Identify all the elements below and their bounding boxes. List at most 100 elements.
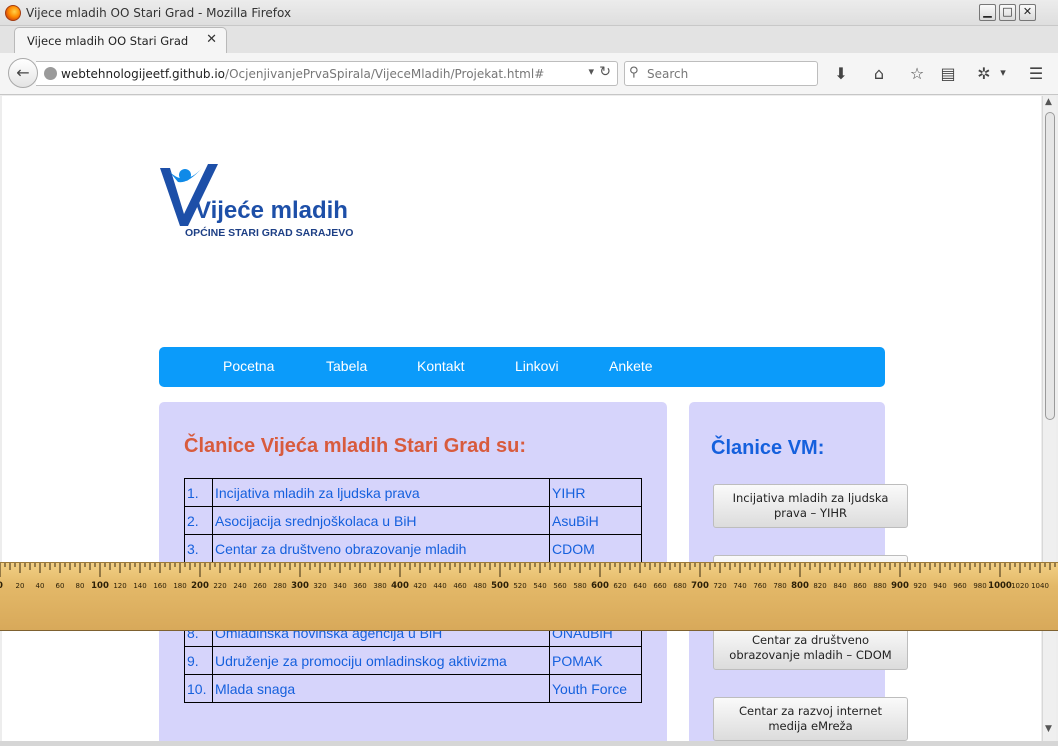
- search-box[interactable]: ⚲: [624, 61, 818, 86]
- url-path: /OcjenjivanjePrvaSpirala/VijeceMladih/Pr…: [225, 67, 545, 81]
- table-row: 10. Mlada snaga Youth Force: [184, 674, 642, 703]
- org-abbr-link[interactable]: POMAK: [549, 646, 642, 675]
- ruler-label: 480: [473, 582, 486, 590]
- ruler-label: 940: [933, 582, 946, 590]
- ruler-label: 80: [76, 582, 85, 590]
- org-name-link[interactable]: Mlada snaga: [212, 674, 550, 703]
- page-viewport: Vijeće mladih OPĆINE STARI GRAD SARAJEVO…: [2, 96, 1041, 741]
- ruler-label: 280: [273, 582, 286, 590]
- close-window-button[interactable]: ✕: [1019, 4, 1036, 21]
- org-name-link[interactable]: Centar za društveno obrazovanje mladih: [212, 534, 550, 563]
- extension-dropdown-icon[interactable]: ▾: [993, 66, 1013, 79]
- star-icon[interactable]: ☆: [907, 64, 927, 83]
- scroll-up-icon[interactable]: ▲: [1045, 97, 1052, 107]
- ruler-label: 820: [813, 582, 826, 590]
- member-button-cdom[interactable]: Centar za društveno obrazovanje mladih –…: [713, 626, 908, 670]
- ruler-label: 260: [253, 582, 266, 590]
- ruler-label: 560: [553, 582, 566, 590]
- ruler-label: 420: [413, 582, 426, 590]
- ruler-label: 760: [753, 582, 766, 590]
- ruler-label: 40: [36, 582, 45, 590]
- ruler-label: 180: [173, 582, 186, 590]
- globe-icon: [44, 67, 57, 80]
- ruler-label: 920: [913, 582, 926, 590]
- row-number: 9.: [184, 646, 213, 675]
- ruler-label: 360: [353, 582, 366, 590]
- vertical-scrollbar[interactable]: ▲ ▼: [1042, 96, 1056, 741]
- url-bar[interactable]: webtehnologijeetf.github.io/Ocjenjivanje…: [36, 61, 618, 86]
- ruler-label: 1020: [1011, 582, 1029, 590]
- org-name-link[interactable]: Incijativa mladih za ljudska prava: [212, 478, 550, 507]
- org-name-link[interactable]: Udruženje za promociju omladinskog aktiv…: [212, 646, 550, 675]
- logo-subtitle-text: OPĆINE STARI GRAD SARAJEVO: [185, 226, 353, 239]
- tab-strip: Vijece mladih OO Stari Grad ✕ +: [0, 26, 1058, 75]
- nav-link-ankete[interactable]: Ankete: [609, 358, 653, 374]
- site-logo[interactable]: Vijeće mladih OPĆINE STARI GRAD SARAJEVO: [158, 162, 398, 252]
- ruler-label: 400: [391, 581, 409, 591]
- back-button[interactable]: ←: [8, 58, 38, 88]
- ruler-label: 900: [891, 581, 909, 591]
- ruler-label: 620: [613, 582, 626, 590]
- ruler-label: 600: [591, 581, 609, 591]
- ruler-label: 460: [453, 582, 466, 590]
- download-icon[interactable]: ⬇: [831, 64, 851, 83]
- ruler-label: 700: [691, 581, 709, 591]
- window-title: Vijece mladih OO Stari Grad - Mozilla Fi…: [26, 6, 292, 20]
- ruler-label: 200: [191, 581, 209, 591]
- tab-title: Vijece mladih OO Stari Grad: [27, 34, 189, 48]
- org-name-link[interactable]: Asocijacija srednjoškolaca u BiH: [212, 506, 550, 535]
- minimize-button[interactable]: ▁: [979, 4, 996, 21]
- table-row: 1. Incijativa mladih za ljudska prava YIHR: [184, 478, 642, 507]
- home-icon[interactable]: ⌂: [869, 64, 889, 83]
- reload-icon[interactable]: ↻: [599, 64, 611, 80]
- ruler-label: 680: [673, 582, 686, 590]
- nav-link-linkovi[interactable]: Linkovi: [515, 358, 559, 374]
- org-abbr-link[interactable]: YIHR: [549, 478, 642, 507]
- nav-link-kontakt[interactable]: Kontakt: [417, 358, 464, 374]
- org-abbr-link[interactable]: Youth Force: [549, 674, 642, 703]
- member-button-emreza[interactable]: Centar za razvoj internet medija eMreža: [713, 697, 908, 741]
- ruler-label: 0: [0, 581, 3, 591]
- ruler-label: 1040: [1031, 582, 1049, 590]
- scroll-down-icon[interactable]: ▼: [1045, 724, 1052, 734]
- search-input[interactable]: [647, 65, 812, 82]
- ruler-label: 60: [56, 582, 65, 590]
- url-host: webtehnologijeetf.github.io: [61, 67, 226, 81]
- table-row: 9. Udruženje za promociju omladinskog akt…: [184, 646, 642, 675]
- ruler-label: 660: [653, 582, 666, 590]
- chevron-down-icon[interactable]: ▾: [588, 65, 594, 78]
- reading-list-icon[interactable]: ▤: [938, 64, 958, 83]
- ruler-label: 220: [213, 582, 226, 590]
- logo-graphic: Vijeće mladih OPĆINE STARI GRAD SARAJEVO: [160, 164, 353, 239]
- row-number: 2.: [184, 506, 213, 535]
- ruler-label: 880: [873, 582, 886, 590]
- ruler-label: 580: [573, 582, 586, 590]
- ruler-label: 1000: [988, 581, 1012, 591]
- ruler-label: 960: [953, 582, 966, 590]
- tab-close-icon[interactable]: ✕: [206, 32, 217, 47]
- org-abbr-link[interactable]: AsuBiH: [549, 506, 642, 535]
- ruler-label: 100: [91, 581, 109, 591]
- ruler-label: 300: [291, 581, 309, 591]
- screen-ruler-overlay[interactable]: 0 20 40 60 80 100 120 140 160 180 200 220 240 260 280 3…: [0, 562, 1058, 631]
- nav-link-tabela[interactable]: Tabela: [326, 358, 367, 374]
- search-icon: ⚲: [629, 65, 639, 80]
- ruler-label: 640: [633, 582, 646, 590]
- ruler-scale: 0 20 40 60 80 100 120 140 160 180 200 220 240 260 280 3…: [0, 563, 1056, 591]
- browser-tab[interactable]: Vijece mladih OO Stari Grad ✕: [14, 27, 227, 54]
- url-text[interactable]: webtehnologijeetf.github.io/Ocjenjivanje…: [61, 67, 544, 81]
- ruler-label: 780: [773, 582, 786, 590]
- extension-icon[interactable]: ✲: [974, 64, 994, 83]
- ruler-label: 120: [113, 582, 126, 590]
- window-bottom-edge: [0, 741, 1058, 746]
- scrollbar-thumb[interactable]: [1045, 112, 1055, 420]
- org-abbr-link[interactable]: CDOM: [549, 534, 642, 563]
- maximize-button[interactable]: □: [999, 4, 1016, 21]
- navigation-toolbar: webtehnologijeetf.github.io/Ocjenjivanje…: [0, 53, 1058, 95]
- sidebar-heading: Članice VM:: [711, 437, 825, 459]
- firefox-icon: [5, 5, 21, 21]
- ruler-label: 500: [491, 581, 509, 591]
- member-button-yihr[interactable]: Incijativa mladih za ljudska prava – YIH…: [713, 484, 908, 528]
- menu-icon[interactable]: ☰: [1026, 64, 1046, 83]
- nav-link-pocetna[interactable]: Pocetna: [223, 358, 274, 374]
